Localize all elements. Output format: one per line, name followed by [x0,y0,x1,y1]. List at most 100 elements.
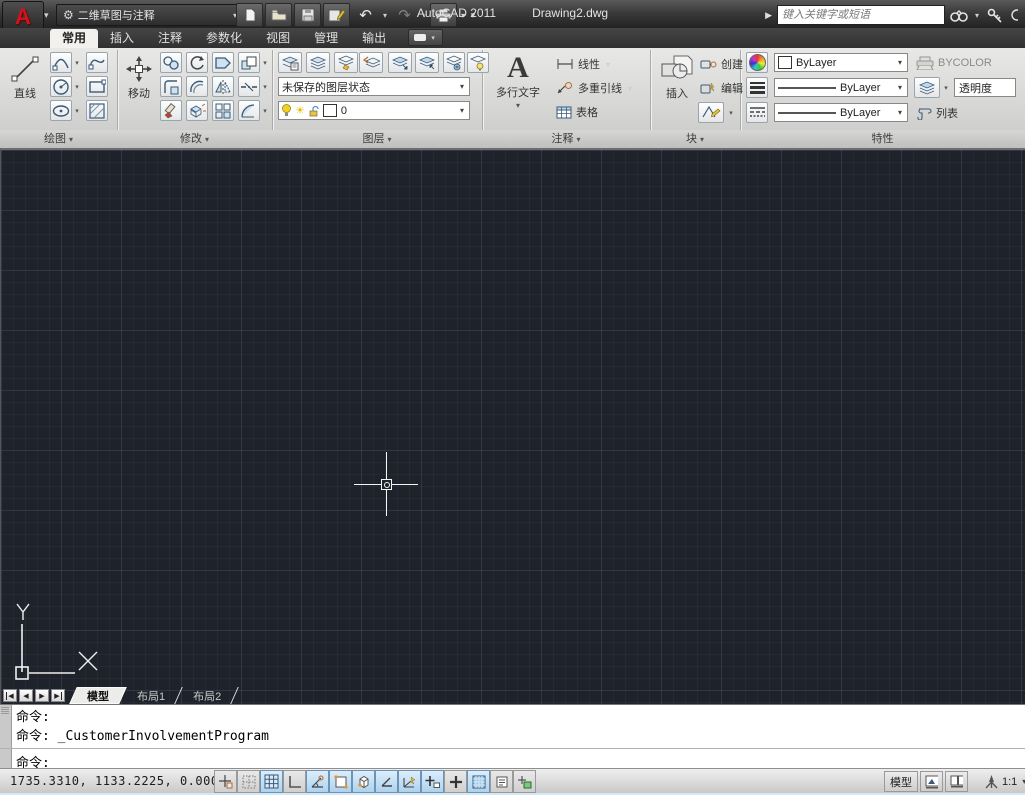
toggle-dynamic-input[interactable] [421,770,444,793]
panel-label-properties[interactable]: 特性 [740,130,1025,148]
toggle-transparency-display[interactable] [467,770,490,793]
create-block-button[interactable]: 创建 [700,56,743,72]
toggle-3d-object-snap[interactable] [352,770,375,793]
undo-caret-icon[interactable]: ▾ [381,11,389,20]
tab-layout2[interactable]: 布局2 [179,687,235,704]
transparency-input[interactable] [954,78,1016,97]
infocenter-collapse-icon[interactable]: ▶ [765,10,772,21]
fillet-button[interactable] [238,100,260,121]
erase-button[interactable] [160,100,182,121]
tab-manage[interactable]: 管理 [302,29,350,48]
command-line-window[interactable]: 命令:命令: _CustomerInvolvementProgram 命令: [0,704,1025,768]
lineweight-button[interactable] [746,77,768,98]
multileader-button[interactable]: 多重引线 ▾ [556,80,634,96]
toggle-selection-cycling[interactable] [513,770,536,793]
toggle-object-snap-tracking[interactable] [375,770,398,793]
application-menu-caret-icon[interactable]: ▾ [44,10,49,21]
tab-view[interactable]: 视图 [254,29,302,48]
plot-button[interactable] [430,3,457,27]
line-button[interactable]: 直线 [6,51,44,104]
quick-view-layouts-button[interactable] [920,771,943,792]
toggle-ortho-mode[interactable] [283,770,306,793]
trim-button[interactable] [238,76,260,97]
ribbon-minimize-button[interactable]: ▾ [408,29,443,46]
communication-center-button[interactable] [1009,3,1019,27]
layer-previous-button[interactable] [359,52,383,73]
move-button[interactable]: 移动 [120,51,158,104]
panel-label-modify[interactable]: 修改 ▾ [117,130,272,148]
tab-layout1[interactable]: 布局1 [123,687,179,704]
toggle-object-snap[interactable] [329,770,352,793]
edit-attributes-button[interactable] [698,102,724,123]
rectangle-button[interactable] [86,76,108,97]
panel-label-layers[interactable]: 图层 ▾ [272,130,482,148]
layout-first-button[interactable]: ◀ [3,689,17,702]
tab-model[interactable]: 模型 [73,687,123,704]
mirror-button[interactable] [212,76,234,97]
drawing-canvas[interactable]: ◀ ◀ ▶ ▶ 模型 布局1 布局2 [0,148,1025,704]
new-drawing-button[interactable] [236,3,263,27]
array-button[interactable] [212,100,234,121]
circle-button[interactable] [50,76,72,97]
object-color-button[interactable] [746,52,768,73]
linear-dimension-button[interactable]: 线性 ▾ [556,56,612,72]
layout-last-button[interactable]: ▶ [51,689,65,702]
rotate-button[interactable] [186,52,208,73]
arc-caret-icon[interactable]: ▾ [72,52,82,73]
layout-next-button[interactable]: ▶ [35,689,49,702]
transparency-caret-icon[interactable]: ▾ [941,77,951,98]
linetype-dropdown[interactable]: ByLayer ▾ [774,103,908,122]
layer-unisolate-button[interactable] [415,52,439,73]
explode-button[interactable] [186,100,208,121]
tab-home[interactable]: 常用 [50,29,98,48]
scale-caret-icon[interactable]: ▾ [260,52,270,73]
exchange-signin-button[interactable] [984,3,1006,27]
table-button[interactable]: 表格 [556,104,598,120]
panel-label-annotation[interactable]: 注释 ▾ [482,130,650,148]
save-as-button[interactable] [323,3,350,27]
toggle-infer-constraints[interactable] [214,770,237,793]
toggle-dynamic-ucs[interactable] [398,770,421,793]
edit-attributes-caret-icon[interactable]: ▾ [726,102,736,123]
toggle-quick-properties[interactable] [490,770,513,793]
object-color-dropdown[interactable]: ByLayer ▾ [774,53,908,72]
offset-button[interactable] [186,76,208,97]
edit-block-button[interactable]: 编辑 [700,80,743,96]
coordinate-display[interactable]: 1735.3310, 1133.2225, 0.0000 [10,774,226,788]
search-input[interactable] [777,5,945,25]
toggle-polar-tracking[interactable] [306,770,329,793]
polyline-button[interactable] [86,52,108,73]
hatch-button[interactable] [86,100,108,121]
quick-view-drawings-button[interactable] [945,771,968,792]
linetype-button[interactable] [746,102,768,123]
plot-caret-icon[interactable]: ▾ [459,11,467,20]
trim-caret-icon[interactable]: ▾ [260,76,270,97]
annotation-scale-control[interactable]: 1:1 ▾ [984,774,1025,789]
open-drawing-button[interactable] [265,3,292,27]
undo-button[interactable]: ↶ [352,3,379,27]
copy-button[interactable] [160,52,182,73]
mtext-button[interactable]: A 多行文字 ▾ [492,50,544,113]
layer-isolate-button[interactable] [388,52,412,73]
toggle-grid-display[interactable] [260,770,283,793]
tab-parametric[interactable]: 参数化 [194,29,254,48]
list-button[interactable]: 列表 [916,105,958,121]
panel-label-draw[interactable]: 绘图 ▾ [0,130,117,148]
search-caret-icon[interactable]: ▾ [973,11,981,20]
layer-states-button[interactable] [306,52,330,73]
scale-button[interactable] [238,52,260,73]
model-space-button[interactable]: 模型 [884,771,918,792]
tab-annotate[interactable]: 注释 [146,29,194,48]
circle-caret-icon[interactable]: ▾ [72,76,82,97]
fillet-caret-icon[interactable]: ▾ [260,100,270,121]
insert-block-button[interactable]: 插入 [656,51,698,104]
layer-dropdown[interactable]: ☀ 0 ▾ [278,101,470,120]
search-button[interactable] [948,3,970,27]
layout-prev-button[interactable]: ◀ [19,689,33,702]
stretch-button[interactable] [212,52,234,73]
redo-caret-icon[interactable]: ▾ [420,11,428,20]
save-button[interactable] [294,3,321,27]
lineweight-dropdown[interactable]: ByLayer ▾ [774,78,908,97]
ellipse-caret-icon[interactable]: ▾ [72,100,82,121]
command-window-drag-handle[interactable] [0,705,12,769]
